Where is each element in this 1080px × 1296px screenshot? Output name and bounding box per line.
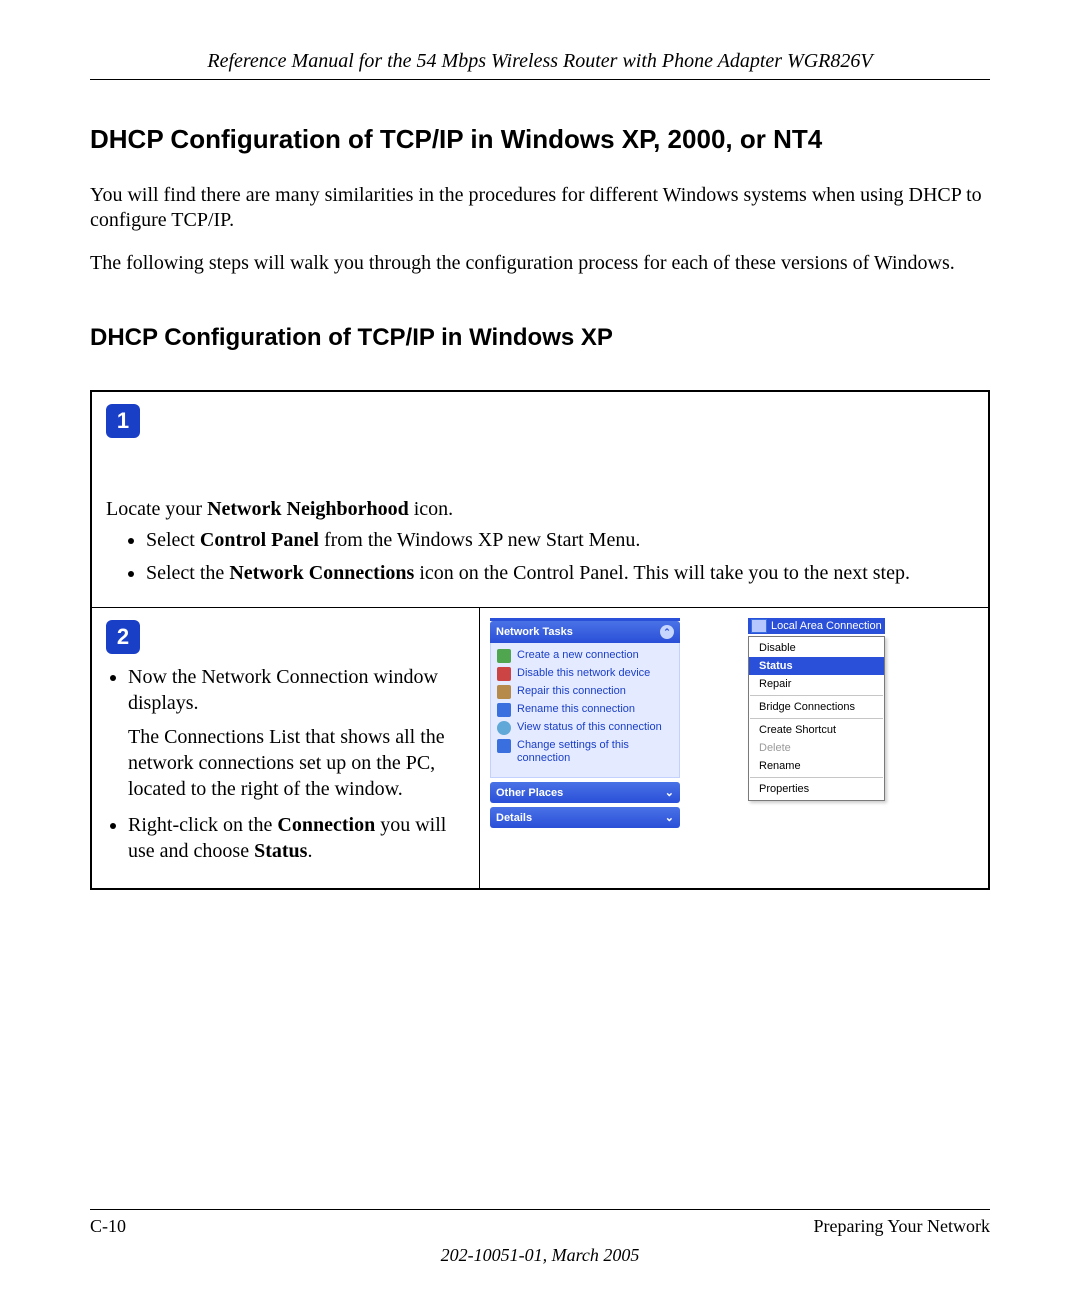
heading-main: DHCP Configuration of TCP/IP in Windows … xyxy=(90,124,990,155)
wrench-icon xyxy=(497,685,511,699)
ctx-separator xyxy=(750,695,883,696)
page-header: Reference Manual for the 54 Mbps Wireles… xyxy=(90,50,990,80)
step1-intro-suffix: icon. xyxy=(409,498,453,520)
step1-bullet-2: Select the Network Connections icon on t… xyxy=(146,560,974,587)
plus-icon xyxy=(497,649,511,663)
local-area-connection[interactable]: Local Area Connection xyxy=(748,618,885,634)
eye-icon xyxy=(497,721,511,735)
step1-intro-prefix: Locate your xyxy=(106,498,207,520)
doc-id-date: 202-10051-01, March 2005 xyxy=(90,1245,990,1266)
ctx-separator xyxy=(750,777,883,778)
network-tasks-panel: Network Tasks ⌃ Create a new connection … xyxy=(490,618,680,832)
heading-sub: DHCP Configuration of TCP/IP in Windows … xyxy=(90,324,990,352)
page-footer: C-10 Preparing Your Network 202-10051-01… xyxy=(90,1209,990,1266)
step-badge-1: 1 xyxy=(106,404,140,438)
connection-icon xyxy=(751,619,767,633)
rename-icon xyxy=(497,703,511,717)
details-header[interactable]: Details ⌄ xyxy=(490,807,680,828)
page-number: C-10 xyxy=(90,1216,126,1237)
step-badge-2: 2 xyxy=(106,620,140,654)
network-tasks-header[interactable]: Network Tasks ⌃ xyxy=(490,621,680,643)
task-rename[interactable]: Rename this connection xyxy=(497,703,673,717)
step-1: 1 Locate your Network Neighborhood icon.… xyxy=(92,392,988,608)
intro-paragraph-1: You will find there are many similaritie… xyxy=(90,183,990,233)
other-places-header[interactable]: Other Places ⌄ xyxy=(490,782,680,803)
footer-rule xyxy=(90,1209,990,1210)
ctx-separator xyxy=(750,718,883,719)
connection-context: Local Area Connection Disable Status Rep… xyxy=(748,618,885,801)
task-repair[interactable]: Repair this connection xyxy=(497,685,673,699)
task-disable-device[interactable]: Disable this network device xyxy=(497,667,673,681)
step2-bullet-2: Right-click on the Connection you will u… xyxy=(128,812,465,864)
step2-screenshot: Network Tasks ⌃ Create a new connection … xyxy=(480,608,988,888)
gear-icon xyxy=(497,739,511,753)
ctx-properties[interactable]: Properties xyxy=(749,780,884,798)
header-title: Reference Manual for the 54 Mbps Wireles… xyxy=(90,50,990,73)
ctx-disable[interactable]: Disable xyxy=(749,639,884,657)
ctx-bridge[interactable]: Bridge Connections xyxy=(749,698,884,716)
step1-bullet-1: Select Control Panel from the Windows XP… xyxy=(146,527,974,554)
step2-subtext-1: The Connections List that shows all the … xyxy=(106,724,465,802)
task-change-settings[interactable]: Change settings of this connection xyxy=(497,739,673,765)
section-title: Preparing Your Network xyxy=(814,1216,990,1237)
context-menu: Disable Status Repair Bridge Connections… xyxy=(748,636,885,801)
disable-icon xyxy=(497,667,511,681)
step2-bullet-1: Now the Network Connection window displa… xyxy=(128,664,465,802)
step1-intro-bold: Network Neighborhood xyxy=(207,498,409,520)
header-rule xyxy=(90,79,990,80)
task-create-connection[interactable]: Create a new connection xyxy=(497,649,673,663)
ctx-status[interactable]: Status xyxy=(749,657,884,675)
ctx-delete: Delete xyxy=(749,739,884,757)
step-2: 2 Now the Network Connection window disp… xyxy=(92,608,988,888)
chevron-down-icon[interactable]: ⌄ xyxy=(665,811,674,824)
steps-table: 1 Locate your Network Neighborhood icon.… xyxy=(90,390,990,890)
ctx-rename[interactable]: Rename xyxy=(749,757,884,775)
task-view-status[interactable]: View status of this connection xyxy=(497,721,673,735)
intro-paragraph-2: The following steps will walk you throug… xyxy=(90,251,990,276)
ctx-create-shortcut[interactable]: Create Shortcut xyxy=(749,721,884,739)
chevron-down-icon[interactable]: ⌄ xyxy=(665,786,674,799)
ctx-repair[interactable]: Repair xyxy=(749,675,884,693)
chevron-up-icon[interactable]: ⌃ xyxy=(660,625,674,639)
